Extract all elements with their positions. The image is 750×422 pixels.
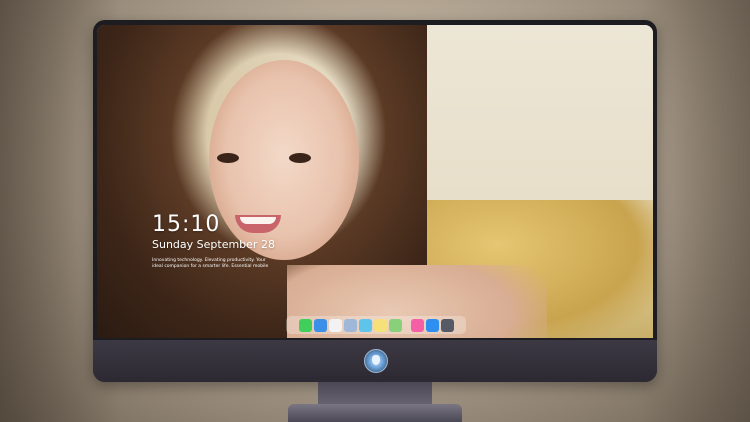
wallpaper-portrait-eye-right	[289, 153, 311, 163]
safari-icon[interactable]	[328, 318, 342, 332]
app-store-icon[interactable]	[425, 318, 439, 332]
finder-icon[interactable]	[313, 318, 327, 332]
monitor-stand-base	[288, 404, 462, 422]
lockscreen-date: Sunday September 28	[152, 238, 275, 251]
lockscreen-tagline: Innovating technology. Elevating product…	[152, 258, 269, 269]
brand-logo	[364, 349, 388, 373]
desktop-screen: 15:10 Sunday September 28 Innovating tec…	[97, 25, 653, 338]
lockscreen-clock: 15:10	[152, 212, 221, 237]
files-icon[interactable]	[358, 318, 372, 332]
maps-icon[interactable]	[388, 318, 402, 332]
messages-icon[interactable]	[298, 318, 312, 332]
notes-icon[interactable]	[373, 318, 387, 332]
camera-icon[interactable]	[440, 318, 454, 332]
photos-icon[interactable]	[343, 318, 357, 332]
music-icon[interactable]	[410, 318, 424, 332]
wallpaper-portrait-eye-left	[217, 153, 239, 163]
dock	[286, 316, 466, 334]
